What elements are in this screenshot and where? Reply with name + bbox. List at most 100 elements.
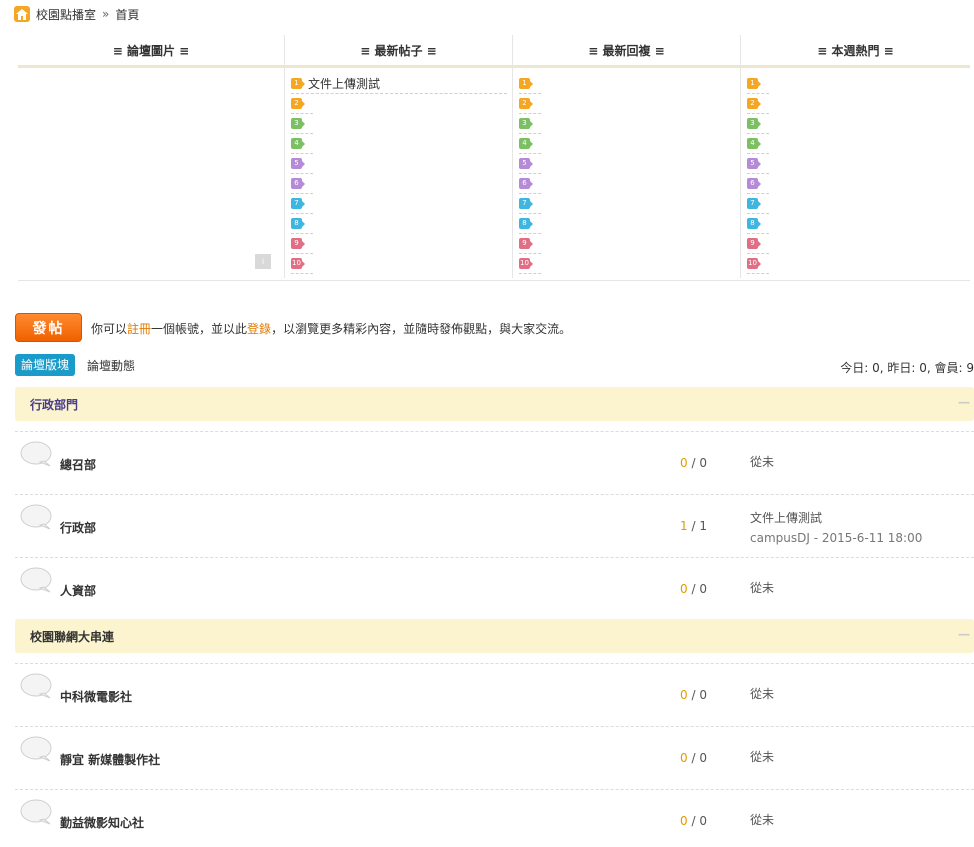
rank-number-icon: 4 xyxy=(519,138,533,149)
count-separator: / xyxy=(691,814,696,828)
forum-name-link[interactable]: 勤益微影知心社 xyxy=(60,814,144,831)
rank-number-icon: 5 xyxy=(519,158,533,169)
forum-name-link[interactable]: 人資部 xyxy=(60,582,96,599)
forum-counts: 0 / 0 xyxy=(680,814,707,828)
list-item: 1 xyxy=(519,74,541,94)
new-post-button[interactable]: 發帖 xyxy=(15,313,82,342)
rank-number-icon: 4 xyxy=(747,138,761,149)
rank-number-icon: 3 xyxy=(747,118,761,129)
post-count: 0 xyxy=(699,688,707,702)
portal-header-latest-replies: ≡ 最新回複 ≡ xyxy=(513,35,741,65)
forum-row[interactable]: 總召部 0 / 0 從未 xyxy=(15,431,974,494)
list-item: 7 xyxy=(519,194,541,214)
forum-row[interactable]: 行政部 1 / 1 文件上傳測試 campusDJ - 2015-6-11 18:00 xyxy=(15,494,974,557)
latest-posts-list: 1 文件上傳測試 2 3 4 5 6 7 8 9 10 xyxy=(285,68,513,278)
collapse-icon[interactable]: — xyxy=(958,395,970,409)
forum-stats: 今日: 0, 昨日: 0, 會員: 9 xyxy=(840,361,974,375)
slide-page-button[interactable]: ⅰ xyxy=(255,254,271,269)
notice-text: 一個帳號，並以此 xyxy=(151,322,248,336)
home-icon[interactable] xyxy=(14,6,30,22)
forum-name-link[interactable]: 總召部 xyxy=(60,456,96,473)
post-count: 0 xyxy=(699,582,707,596)
rank-number-icon: 3 xyxy=(519,118,533,129)
forum-row[interactable]: 人資部 0 / 0 從未 xyxy=(15,557,974,620)
list-item: 8 xyxy=(291,214,313,234)
forum-name-link[interactable]: 行政部 xyxy=(60,519,96,536)
category-title[interactable]: 行政部門 xyxy=(30,396,78,413)
list-item: 8 xyxy=(519,214,541,234)
list-item: 3 xyxy=(519,114,541,134)
count-separator: / xyxy=(691,456,696,470)
forum-name-link[interactable]: 靜宜 新媒體製作社 xyxy=(60,751,160,768)
notice-text: ，以瀏覽更多精彩內容，並隨時發佈觀點，與大家交流。 xyxy=(271,322,572,336)
image-slider: ⅰ xyxy=(18,68,285,278)
forum-bubble-icon xyxy=(20,441,52,467)
last-post-title[interactable]: 文件上傳測試 xyxy=(750,508,922,528)
list-item: 3 xyxy=(291,114,313,134)
rank-number-icon: 4 xyxy=(291,138,305,149)
list-item: 10 xyxy=(747,254,769,274)
register-link[interactable]: 註冊 xyxy=(127,322,151,336)
post-count: 0 xyxy=(699,814,707,828)
last-post: 從未 xyxy=(750,684,774,704)
rank-number-icon: 8 xyxy=(291,218,305,229)
last-post: 從未 xyxy=(750,578,774,598)
forum-name-link[interactable]: 中科微電影社 xyxy=(60,688,132,705)
collapse-icon[interactable]: — xyxy=(958,627,970,641)
list-item: 9 xyxy=(291,234,313,254)
list-item: 9 xyxy=(519,234,541,254)
list-item: 10 xyxy=(519,254,541,274)
login-link[interactable]: 登錄 xyxy=(247,322,271,336)
post-link[interactable]: 文件上傳測試 xyxy=(308,75,380,92)
portal-header-weekly-hot: ≡ 本週熱門 ≡ xyxy=(817,43,894,58)
forum-bubble-icon xyxy=(20,799,52,825)
breadcrumb: 校園點播室 » 首頁 xyxy=(14,5,139,23)
forum-tabs: 論壇版塊 論壇動態 xyxy=(15,354,137,376)
forum-row[interactable]: 中科微電影社 0 / 0 從未 xyxy=(15,663,974,726)
rank-number-icon: 9 xyxy=(519,238,533,249)
rank-number-icon: 7 xyxy=(519,198,533,209)
breadcrumb-site-link[interactable]: 校園點播室 xyxy=(36,6,96,23)
last-post-meta[interactable]: campusDJ - 2015-6-11 18:00 xyxy=(750,528,922,548)
last-post: 從未 xyxy=(750,747,774,767)
rank-number-icon: 5 xyxy=(291,158,305,169)
rank-number-icon: 10 xyxy=(747,258,761,269)
rank-number-icon: 2 xyxy=(747,98,761,109)
list-item: 5 xyxy=(291,154,313,174)
post-count: 0 xyxy=(699,456,707,470)
list-item: 6 xyxy=(519,174,541,194)
post-count: 1 xyxy=(699,519,707,533)
forum-row[interactable]: 勤益微影知心社 0 / 0 從未 xyxy=(15,789,974,847)
count-separator: / xyxy=(691,688,696,702)
category-title[interactable]: 校園聯網大串連 xyxy=(30,628,114,645)
forum-bubble-icon xyxy=(20,673,52,699)
forum-row[interactable]: 靜宜 新媒體製作社 0 / 0 從未 xyxy=(15,726,974,789)
count-separator: / xyxy=(691,751,696,765)
tab-boards[interactable]: 論壇版塊 xyxy=(15,354,76,376)
rank-number-icon: 2 xyxy=(291,98,305,109)
list-item: 9 xyxy=(747,234,769,254)
forum-bubble-icon xyxy=(20,567,52,593)
thread-count: 0 xyxy=(680,751,688,765)
thread-count: 0 xyxy=(680,582,688,596)
last-post: 從未 xyxy=(750,810,774,830)
portal-header-latest-posts: ≡ 最新帖子 ≡ xyxy=(285,35,513,65)
tab-activity[interactable]: 論壇動態 xyxy=(85,357,137,374)
weekly-hot-list: 1 2 3 4 5 6 7 8 9 10 xyxy=(741,68,970,278)
list-item: 2 xyxy=(747,94,769,114)
forum-counts: 0 / 0 xyxy=(680,456,707,470)
breadcrumb-current: 首頁 xyxy=(115,7,140,22)
list-item: 4 xyxy=(519,134,541,154)
count-separator: / xyxy=(691,582,696,596)
rank-number-icon: 1 xyxy=(291,78,305,89)
list-item[interactable]: 1 文件上傳測試 xyxy=(291,74,507,94)
category-header: 校園聯網大串連 — xyxy=(15,619,974,653)
rank-number-icon: 8 xyxy=(519,218,533,229)
breadcrumb-separator: » xyxy=(102,7,110,21)
list-item: 2 xyxy=(291,94,313,114)
latest-replies-list: 1 2 3 4 5 6 7 8 9 10 xyxy=(513,68,741,278)
thread-count: 0 xyxy=(680,814,688,828)
notice-text: 你可以 xyxy=(91,322,128,336)
list-item: 6 xyxy=(747,174,769,194)
forum-counts: 0 / 0 xyxy=(680,582,707,596)
